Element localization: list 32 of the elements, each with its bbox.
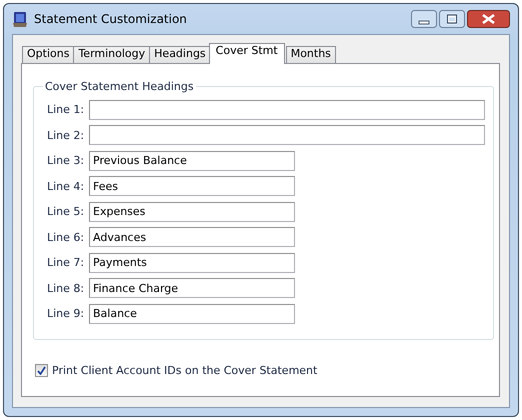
checkbox[interactable]	[35, 364, 48, 376]
tab[interactable]: Headings	[149, 46, 211, 64]
input-field[interactable]	[89, 125, 485, 146]
app-icon	[12, 10, 28, 28]
field-label: Line 6:	[47, 230, 86, 244]
input-field[interactable]: Previous Balance	[89, 150, 295, 171]
input-field[interactable]: Fees	[89, 176, 295, 196]
tab[interactable]: Terminology	[73, 46, 150, 64]
field-label: Line 4:	[47, 180, 86, 193]
input-field[interactable]	[89, 100, 485, 120]
tab[interactable]: Options	[22, 46, 74, 64]
close-button[interactable]	[467, 10, 510, 28]
maximize-button[interactable]	[439, 10, 465, 28]
input-field[interactable]: Finance Charge	[89, 278, 295, 298]
checkbox-label: Print Client Account IDs on the Cover Statement	[52, 364, 318, 376]
minimize-button[interactable]	[411, 10, 437, 28]
input-field[interactable]: Advances	[89, 227, 295, 248]
group-title: Cover Statement Headings	[44, 80, 195, 93]
tab[interactable]: Cover Stmt	[208, 43, 285, 64]
field-label: Line 2:	[47, 128, 86, 142]
tab[interactable]: Months	[286, 46, 336, 64]
field-label: Line 5:	[47, 205, 86, 218]
field-label: Line 9:	[47, 307, 86, 320]
input-field[interactable]: Balance	[89, 304, 295, 324]
input-field[interactable]: Expenses	[89, 202, 295, 222]
window-title: Statement Customization	[34, 12, 188, 26]
input-field[interactable]: Payments	[89, 252, 295, 273]
field-label: Line 7:	[47, 256, 86, 270]
check-icon	[37, 366, 46, 374]
field-label: Line 1:	[47, 103, 86, 116]
field-label: Line 8:	[47, 282, 86, 295]
field-label: Line 3:	[47, 154, 86, 168]
